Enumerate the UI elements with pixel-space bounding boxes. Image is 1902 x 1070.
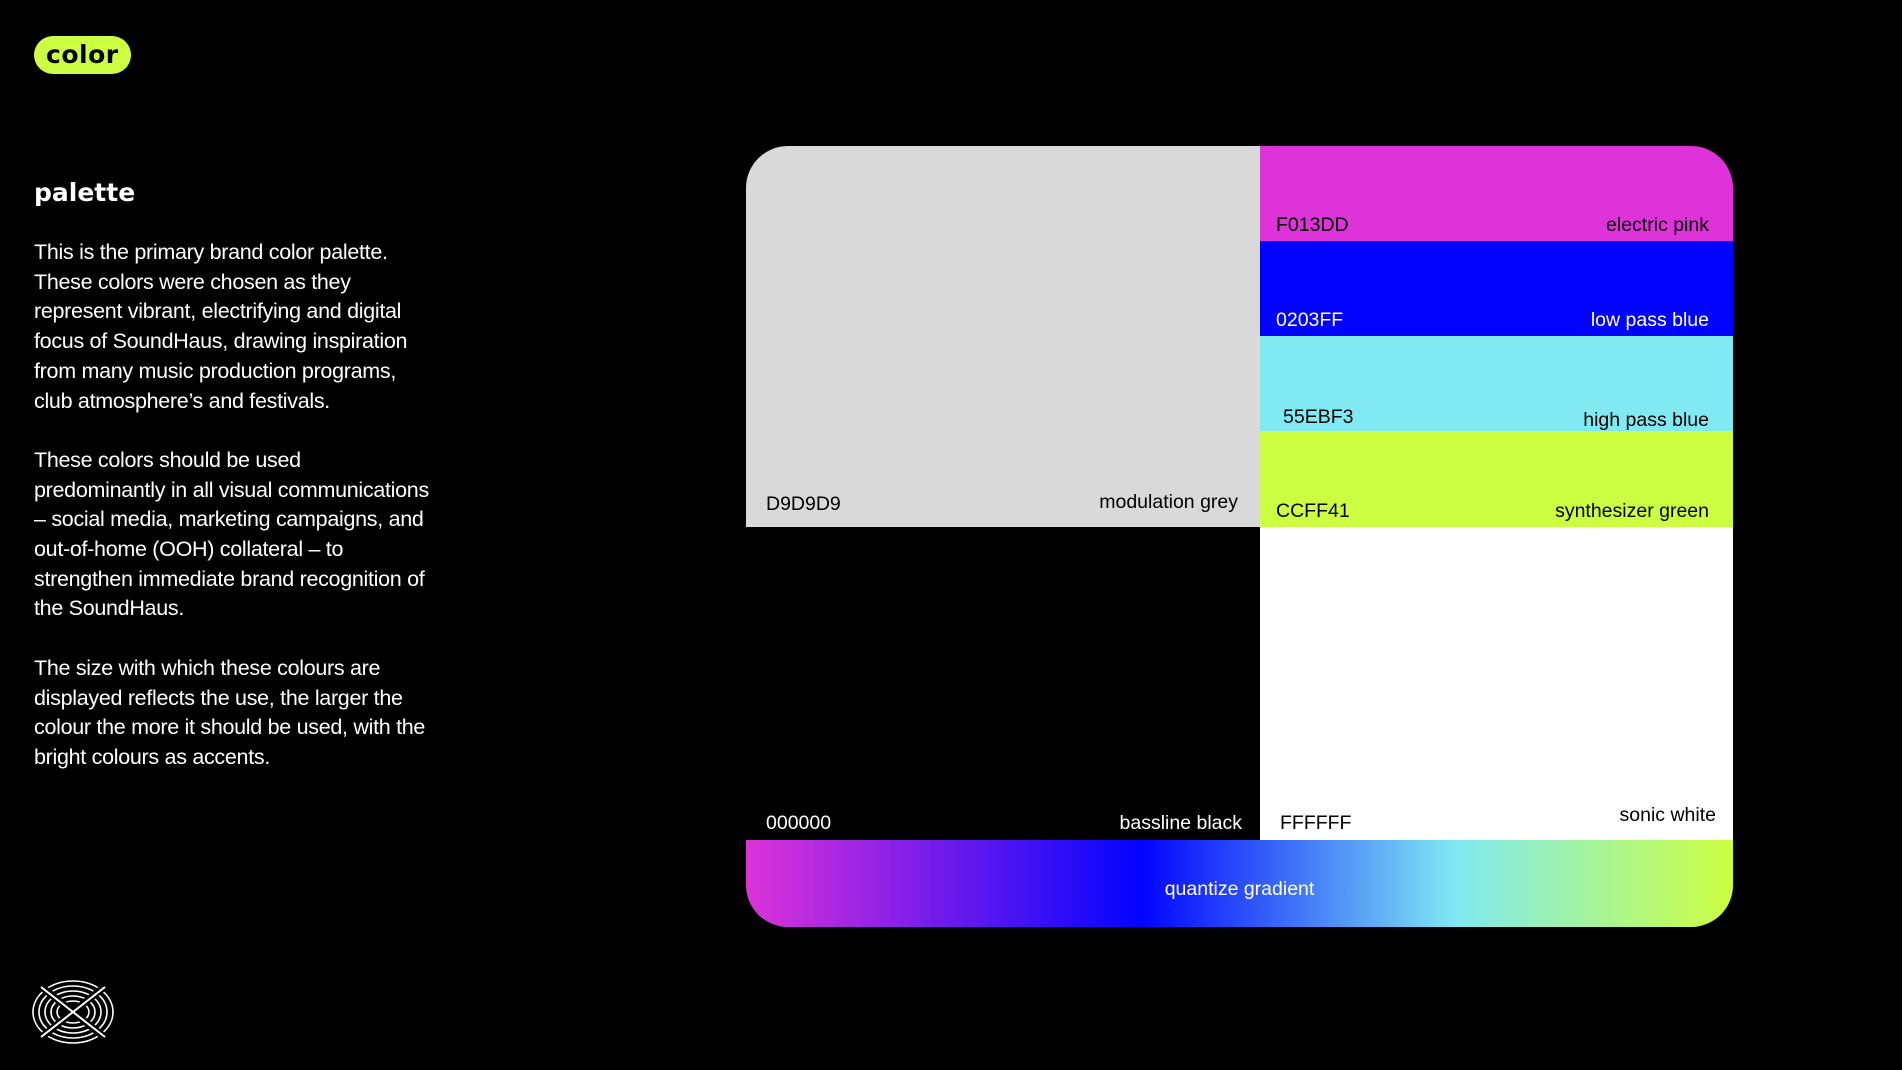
swatch-hex: 000000 [766, 812, 832, 834]
slide: color palette This is the primary brand … [0, 0, 1902, 1070]
swatch-hex: D9D9D9 [766, 493, 841, 515]
swatch-electric-pink: F013DD electric pink [1260, 146, 1733, 241]
swatch-sonic-white: FFFFFF sonic white [1260, 527, 1733, 840]
paragraph-size: The size with which these colours are di… [34, 655, 426, 769]
swatch-modulation-grey: D9D9D9 modulation grey [746, 146, 1260, 527]
body-copy: This is the primary brand color palette.… [34, 238, 434, 802]
swatch-name: quantize gradient [1164, 878, 1315, 900]
swatch-hex: F013DD [1276, 214, 1349, 236]
swatch-hex: 0203FF [1276, 309, 1344, 331]
swatch-quantize-gradient: quantize gradient [746, 840, 1733, 927]
swatch-hex: FFFFFF [1280, 812, 1352, 834]
swatch-name: high pass blue [1583, 409, 1709, 431]
soundhaus-logo-icon [32, 980, 114, 1044]
color-palette: D9D9D9 modulation grey F013DD electric p… [746, 146, 1733, 927]
paragraph-usage: These colors should be used predominantl… [34, 447, 429, 621]
swatch-name: synthesizer green [1555, 500, 1709, 522]
section-title: palette [34, 178, 136, 207]
swatch-name: electric pink [1606, 214, 1709, 236]
swatch-name: sonic white [1619, 804, 1716, 826]
swatch-bassline-black: 000000 bassline black [746, 527, 1260, 840]
swatch-name: low pass blue [1590, 309, 1709, 331]
swatch-name: modulation grey [1099, 491, 1238, 513]
swatch-synthesizer-green: CCFF41 synthesizer green [1260, 431, 1733, 527]
swatch-high-pass-blue: 55EBF3 high pass blue [1260, 336, 1733, 431]
paragraph-intro: This is the primary brand color palette.… [34, 240, 408, 413]
swatch-name: bassline black [1119, 812, 1242, 834]
swatch-hex: CCFF41 [1276, 500, 1350, 522]
swatch-hex: 55EBF3 [1283, 406, 1354, 428]
section-tag: color [34, 36, 131, 74]
swatch-low-pass-blue: 0203FF low pass blue [1260, 241, 1733, 336]
